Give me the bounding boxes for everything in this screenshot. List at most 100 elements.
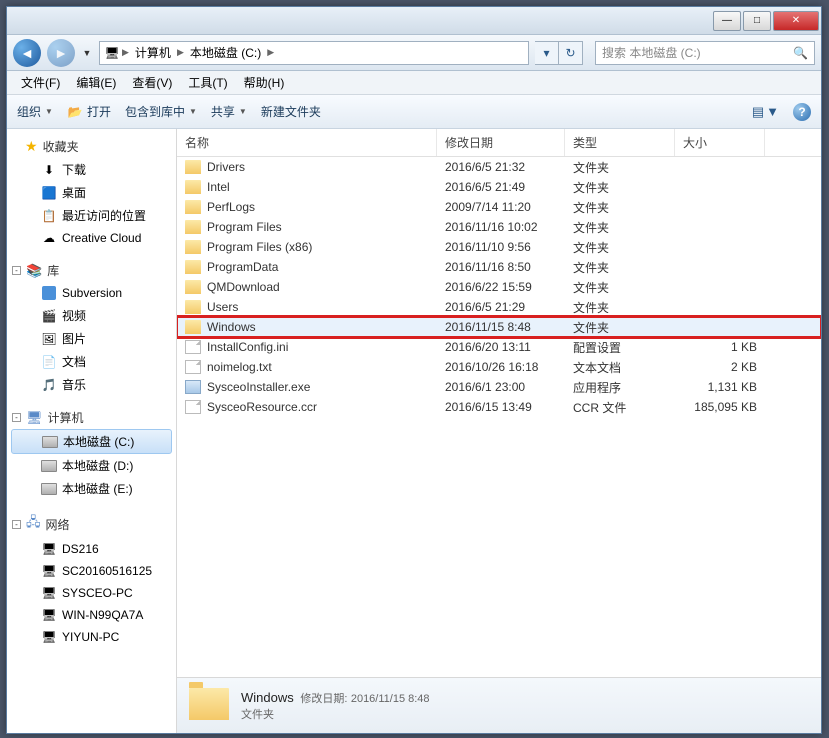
folder-icon	[185, 300, 201, 314]
forward-button[interactable]: ►	[47, 39, 75, 67]
file-row[interactable]: Program Files (x86)2016/11/10 9:56文件夹	[177, 237, 821, 257]
tree-item[interactable]: ⬇下载	[7, 158, 176, 181]
tree-item[interactable]: 🖼图片	[7, 327, 176, 350]
help-icon[interactable]: ?	[793, 103, 811, 121]
folder-icon	[185, 200, 201, 214]
file-row[interactable]: noimelog.txt2016/10/26 16:18文本文档2 KB	[177, 357, 821, 377]
file-row[interactable]: InstallConfig.ini2016/6/20 13:11配置设置1 KB	[177, 337, 821, 357]
libraries-header[interactable]: -📚库	[7, 259, 176, 282]
file-name: Program Files	[207, 220, 282, 234]
tree-item[interactable]: 本地磁盘 (E:)	[7, 477, 176, 500]
file-date: 2016/11/15 8:48	[437, 320, 565, 334]
tree-item[interactable]: 📄文档	[7, 350, 176, 373]
drive-icon	[42, 434, 58, 450]
file-row[interactable]: Program Files2016/11/16 10:02文件夹	[177, 217, 821, 237]
file-row[interactable]: Intel2016/6/5 21:49文件夹	[177, 177, 821, 197]
file-date: 2016/6/5 21:49	[437, 180, 565, 194]
tree-item-label: YIYUN-PC	[62, 630, 119, 644]
maximize-button[interactable]: □	[743, 11, 771, 31]
item-icon: 🖥	[41, 607, 57, 623]
file-type: 文件夹	[565, 199, 675, 216]
file-list[interactable]: Drivers2016/6/5 21:32文件夹Intel2016/6/5 21…	[177, 157, 821, 677]
menu-edit[interactable]: 编辑(E)	[70, 72, 122, 93]
col-name[interactable]: 名称	[177, 129, 437, 156]
tree-item[interactable]: 🎵音乐	[7, 373, 176, 396]
expand-icon[interactable]: -	[12, 266, 21, 275]
item-icon: 📋	[41, 208, 57, 224]
tree-item[interactable]: 🖥SC20160516125	[7, 560, 176, 582]
search-icon: 🔍	[793, 46, 808, 60]
menu-view[interactable]: 查看(V)	[126, 72, 178, 93]
file-row[interactable]: QMDownload2016/6/22 15:59文件夹	[177, 277, 821, 297]
col-type[interactable]: 类型	[565, 129, 675, 156]
expand-icon[interactable]: -	[12, 413, 21, 422]
expand-icon[interactable]: -	[12, 520, 21, 529]
file-name: PerfLogs	[207, 200, 255, 214]
computer-header[interactable]: -🖥计算机	[7, 406, 176, 429]
tree-item-label: 下载	[62, 161, 86, 178]
organize-button[interactable]: 组织▼	[17, 103, 53, 120]
item-icon: 🎬	[41, 308, 57, 324]
tree-item[interactable]: 本地磁盘 (D:)	[7, 454, 176, 477]
file-row[interactable]: SysceoResource.ccr2016/6/15 13:49CCR 文件1…	[177, 397, 821, 417]
breadcrumb-computer[interactable]: 计算机	[131, 44, 175, 61]
back-button[interactable]: ◄	[13, 39, 41, 67]
file-row[interactable]: Drivers2016/6/5 21:32文件夹	[177, 157, 821, 177]
file-row[interactable]: PerfLogs2009/7/14 11:20文件夹	[177, 197, 821, 217]
tree-item[interactable]: Subversion	[7, 282, 176, 304]
minimize-button[interactable]: —	[713, 11, 741, 31]
address-dropdown[interactable]: ▾	[535, 41, 559, 65]
history-dropdown[interactable]: ▼	[81, 43, 93, 63]
tree-libraries: -📚库 Subversion🎬视频🖼图片📄文档🎵音乐	[7, 259, 176, 396]
refresh-button[interactable]: ↻	[559, 41, 583, 65]
menu-help[interactable]: 帮助(H)	[238, 72, 291, 93]
computer-icon: 🖥	[26, 410, 43, 426]
tree-item[interactable]: 📋最近访问的位置	[7, 204, 176, 227]
file-row[interactable]: Windows2016/11/15 8:48文件夹	[177, 317, 821, 337]
body: ★收藏夹 ⬇下载🟦桌面📋最近访问的位置☁Creative Cloud -📚库 S…	[7, 129, 821, 733]
folder-icon	[185, 160, 201, 174]
tree-item-label: 图片	[62, 330, 86, 347]
menu-file[interactable]: 文件(F)	[15, 72, 66, 93]
tree-item[interactable]: 🖥WIN-N99QA7A	[7, 604, 176, 626]
item-icon: 🖥	[41, 629, 57, 645]
tree-item[interactable]: 🟦桌面	[7, 181, 176, 204]
menu-tools[interactable]: 工具(T)	[182, 72, 233, 93]
close-button[interactable]: ✕	[773, 11, 819, 31]
new-folder-button[interactable]: 新建文件夹	[261, 103, 321, 120]
tree-item[interactable]: 🖥 YIYUN-PC	[7, 626, 176, 648]
tree-item-label: 本地磁盘 (E:)	[62, 480, 133, 497]
file-row[interactable]: ProgramData2016/11/16 8:50文件夹	[177, 257, 821, 277]
network-header[interactable]: -🖧网络	[7, 510, 176, 538]
address-bar[interactable]: 🖥 ▶ 计算机 ▶ 本地磁盘 (C:) ▶	[99, 41, 529, 65]
computer-icon: 🖥	[104, 45, 120, 61]
file-date: 2016/11/10 9:56	[437, 240, 565, 254]
col-date[interactable]: 修改日期	[437, 129, 565, 156]
open-button[interactable]: 📂打开	[67, 103, 111, 120]
include-library-button[interactable]: 包含到库中▼	[125, 103, 197, 120]
view-options-button[interactable]: ▤▼	[752, 104, 779, 120]
tree-item-label: 文档	[62, 353, 86, 370]
tree-item[interactable]: 🎬视频	[7, 304, 176, 327]
nav-bar: ◄ ► ▼ 🖥 ▶ 计算机 ▶ 本地磁盘 (C:) ▶ ▾ ↻ 搜索 本地磁盘 …	[7, 35, 821, 71]
network-icon: 🖧	[26, 513, 41, 535]
breadcrumb-drive[interactable]: 本地磁盘 (C:)	[186, 44, 265, 61]
file-type: 文件夹	[565, 239, 675, 256]
favorites-header[interactable]: ★收藏夹	[7, 135, 176, 158]
navigation-pane[interactable]: ★收藏夹 ⬇下载🟦桌面📋最近访问的位置☁Creative Cloud -📚库 S…	[7, 129, 177, 733]
search-input[interactable]: 搜索 本地磁盘 (C:) 🔍	[595, 41, 815, 65]
col-size[interactable]: 大小	[675, 129, 765, 156]
file-name: QMDownload	[207, 280, 280, 294]
share-button[interactable]: 共享▼	[211, 103, 247, 120]
tree-item[interactable]: 本地磁盘 (C:)	[11, 429, 172, 454]
tree-item[interactable]: ☁Creative Cloud	[7, 227, 176, 249]
file-name: Users	[207, 300, 238, 314]
file-row[interactable]: SysceoInstaller.exe2016/6/1 23:00应用程序1,1…	[177, 377, 821, 397]
tree-item[interactable]: 🖥DS216	[7, 538, 176, 560]
chevron-right-icon: ▶	[175, 47, 186, 58]
file-row[interactable]: Users2016/6/5 21:29文件夹	[177, 297, 821, 317]
file-date: 2016/6/1 23:00	[437, 380, 565, 394]
tree-item[interactable]: 🖥SYSCEO-PC	[7, 582, 176, 604]
details-pane: Windows 修改日期: 2016/11/15 8:48 文件夹	[177, 677, 821, 733]
file-date: 2016/6/22 15:59	[437, 280, 565, 294]
